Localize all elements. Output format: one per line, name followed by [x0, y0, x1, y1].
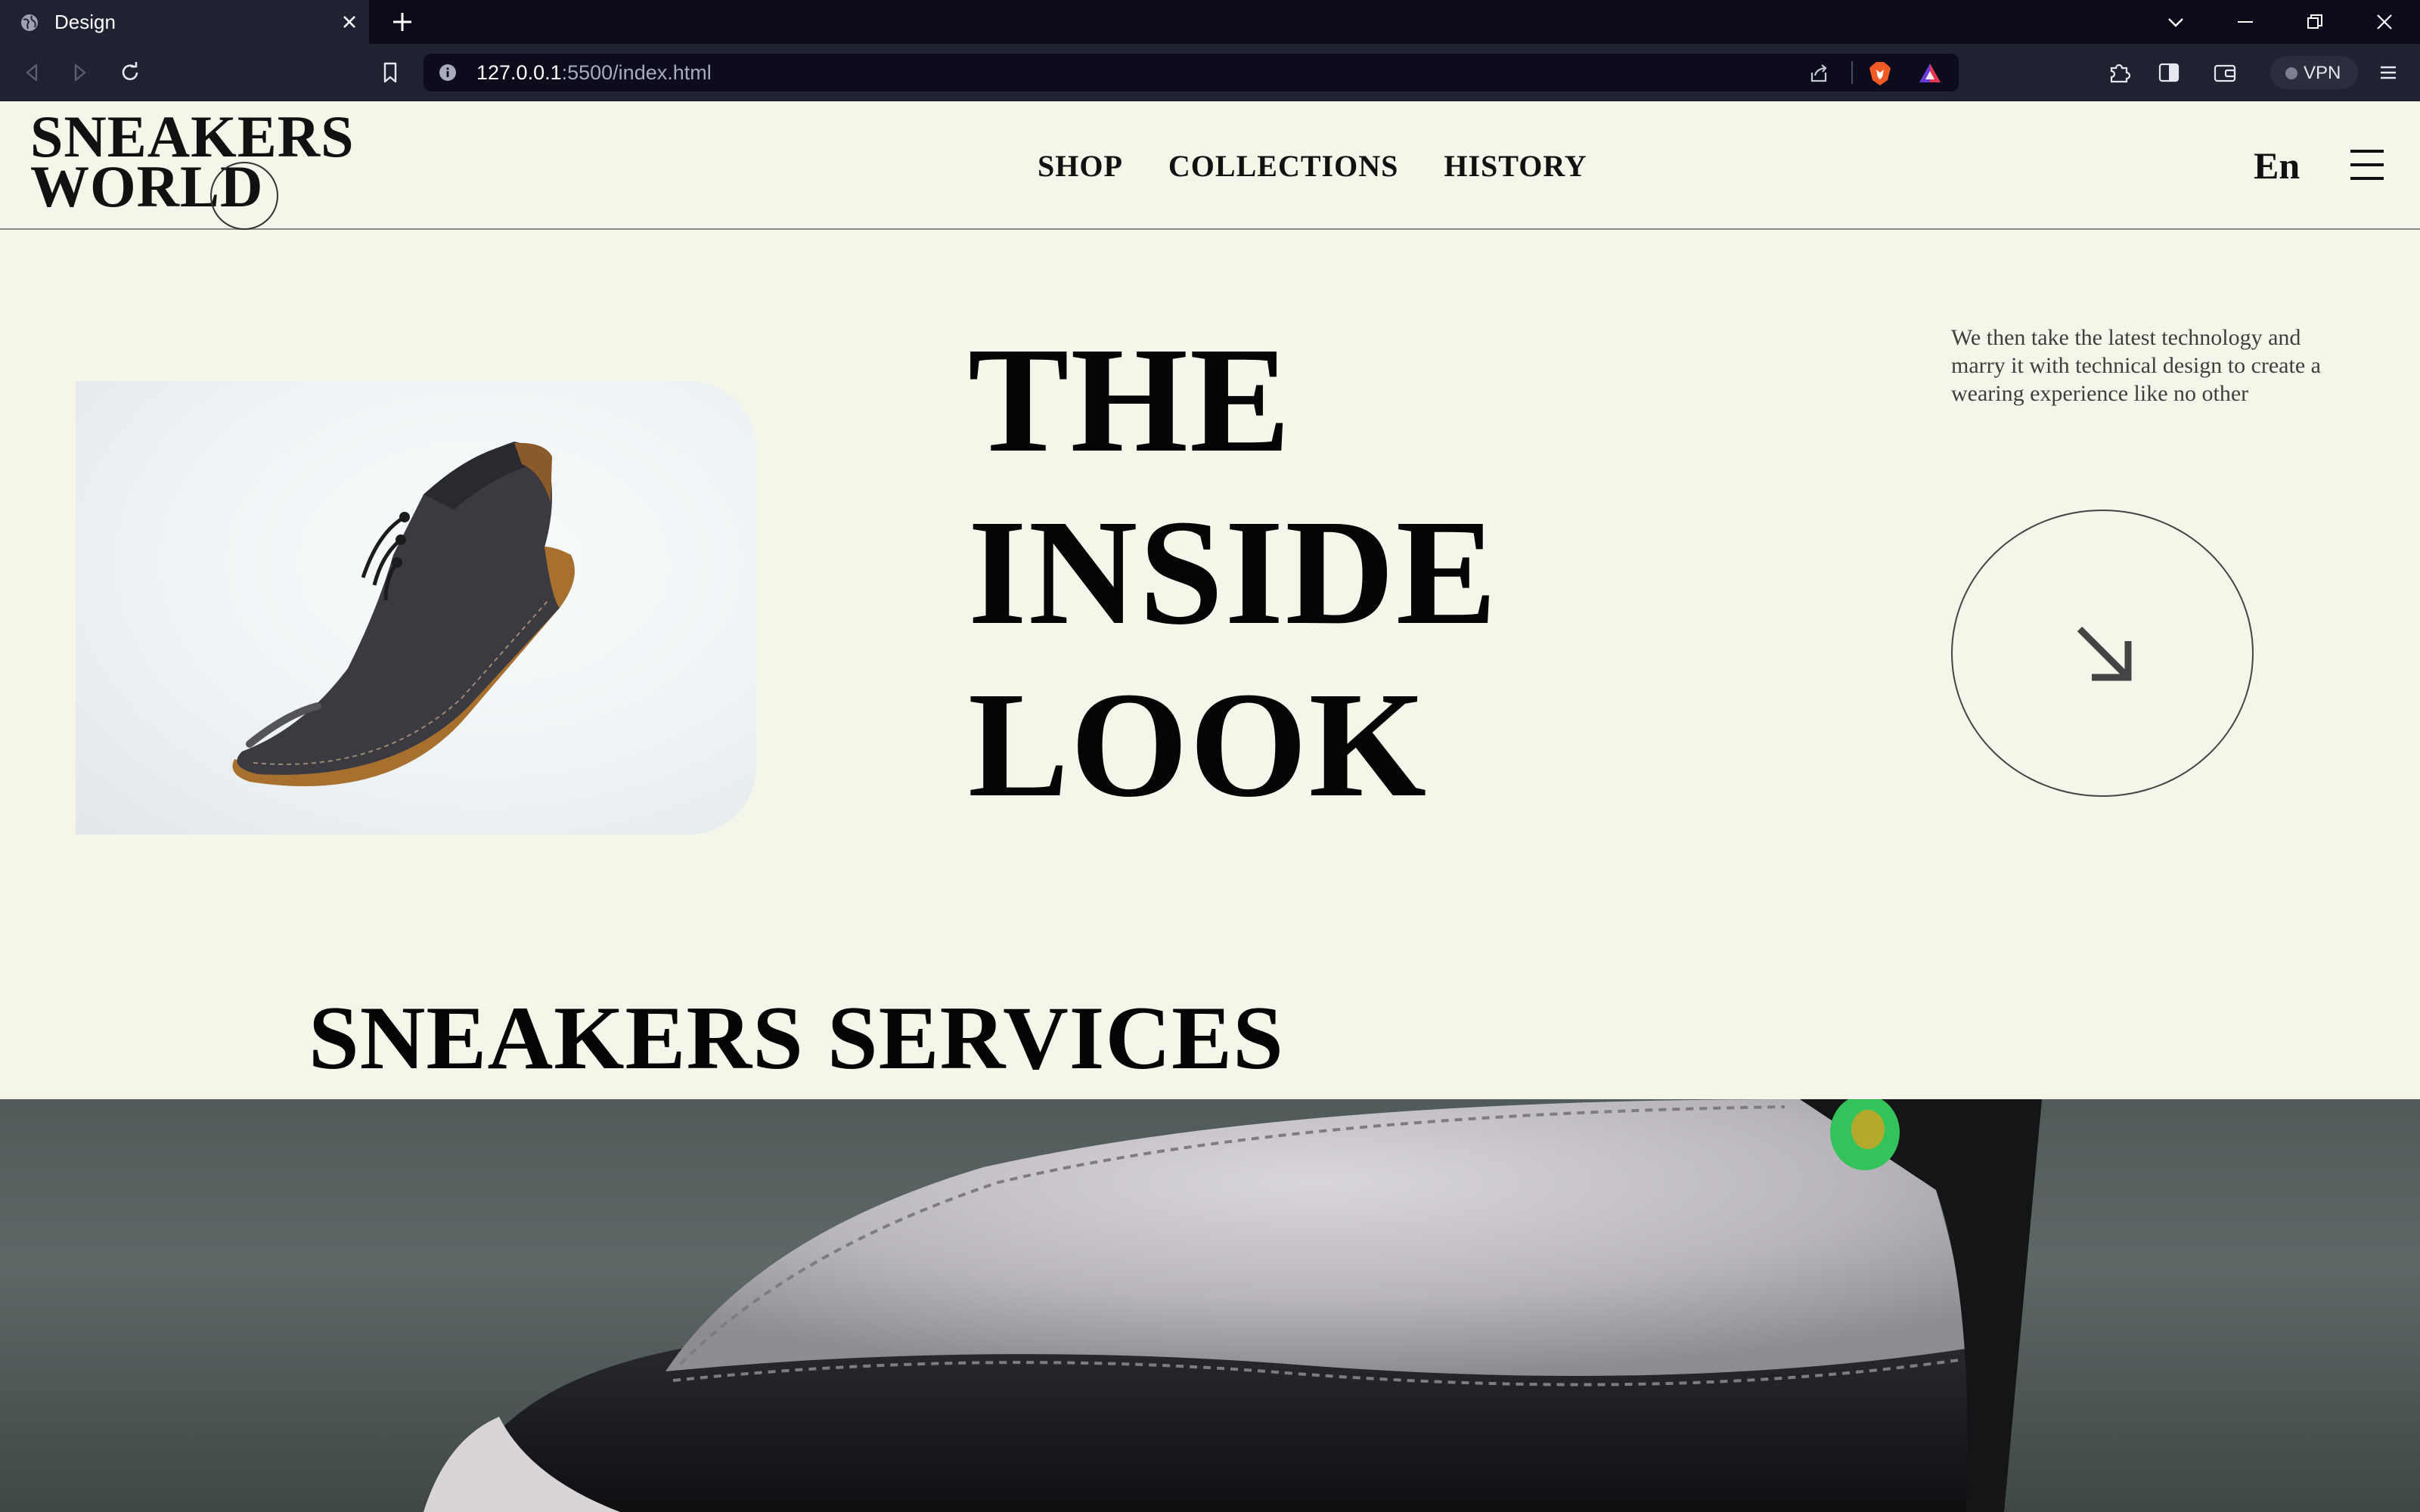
share-icon[interactable]	[1807, 62, 1830, 85]
web-page: SNEAKERS WORLD SHOP COLLECTIONS HISTORY …	[0, 101, 2420, 1512]
minimize-icon[interactable]	[2234, 11, 2257, 33]
site-header: SNEAKERS WORLD SHOP COLLECTIONS HISTORY …	[0, 101, 2420, 230]
sidebar-toggle-icon[interactable]	[2155, 59, 2183, 86]
arrow-down-right-icon	[2077, 626, 2132, 681]
browser-tab[interactable]: Design	[0, 0, 369, 44]
back-icon[interactable]	[18, 59, 45, 86]
hero-shoe-image	[76, 381, 756, 835]
tab-list-chevron-icon[interactable]	[2164, 11, 2187, 33]
site-info-icon[interactable]	[439, 64, 457, 82]
brave-rewards-icon[interactable]	[1918, 62, 1942, 85]
restore-icon[interactable]	[2304, 11, 2326, 33]
address-bar[interactable]: 127.0.0.1:5500/index.html	[424, 54, 1959, 91]
close-tab-icon[interactable]	[339, 11, 360, 33]
reload-icon[interactable]	[116, 59, 144, 86]
address-bar-divider	[1851, 61, 1853, 84]
browser-toolbar: 127.0.0.1:5500/index.html VPN	[0, 44, 2420, 101]
site-logo[interactable]: SNEAKERS WORLD	[30, 107, 354, 216]
hero-title: THE INSIDE LOOK	[968, 314, 1498, 832]
browser-tab-bar: Design	[0, 0, 2420, 44]
hamburger-menu-icon[interactable]	[2349, 148, 2385, 181]
bookmark-icon[interactable]	[377, 59, 404, 86]
language-switcher[interactable]: En	[2254, 144, 2300, 187]
services-section-title: SNEAKERS SERVICES	[309, 987, 1284, 1088]
forward-icon[interactable]	[67, 59, 94, 86]
main-nav: SHOP COLLECTIONS HISTORY	[1038, 148, 1587, 184]
nav-link-history[interactable]: HISTORY	[1444, 148, 1587, 184]
extensions-icon[interactable]	[2105, 59, 2133, 86]
vpn-status-icon	[2285, 67, 2297, 79]
browser-menu-icon[interactable]	[2375, 59, 2402, 86]
explore-arrow-button[interactable]	[1951, 510, 2254, 797]
hero-title-line-1: THE	[968, 317, 1292, 484]
hero-title-line-2: INSIDE	[968, 489, 1499, 656]
nav-link-shop[interactable]: SHOP	[1038, 148, 1123, 184]
sneaker-closeup-illustration	[424, 1099, 2042, 1512]
hero-title-line-3: LOOK	[968, 662, 1429, 829]
chukka-boot-illustration	[232, 442, 575, 786]
new-tab-icon[interactable]	[390, 10, 414, 34]
wallet-icon[interactable]	[2211, 59, 2238, 86]
url-text: 127.0.0.1:5500/index.html	[476, 61, 712, 85]
globe-icon	[21, 14, 38, 31]
brave-shields-icon[interactable]	[1868, 60, 1892, 86]
hero-description: We then take the latest technology and m…	[1951, 325, 2321, 406]
tab-title: Design	[54, 11, 116, 33]
nav-link-collections[interactable]: COLLECTIONS	[1168, 148, 1398, 184]
vpn-button[interactable]: VPN	[2270, 56, 2358, 89]
logo-ring-decoration	[210, 162, 278, 230]
close-window-icon[interactable]	[2373, 11, 2396, 33]
url-path: :5500/index.html	[561, 61, 712, 84]
url-host: 127.0.0.1	[476, 61, 562, 84]
sneaker-banner-image	[0, 1099, 2420, 1512]
vpn-label: VPN	[2304, 63, 2341, 83]
